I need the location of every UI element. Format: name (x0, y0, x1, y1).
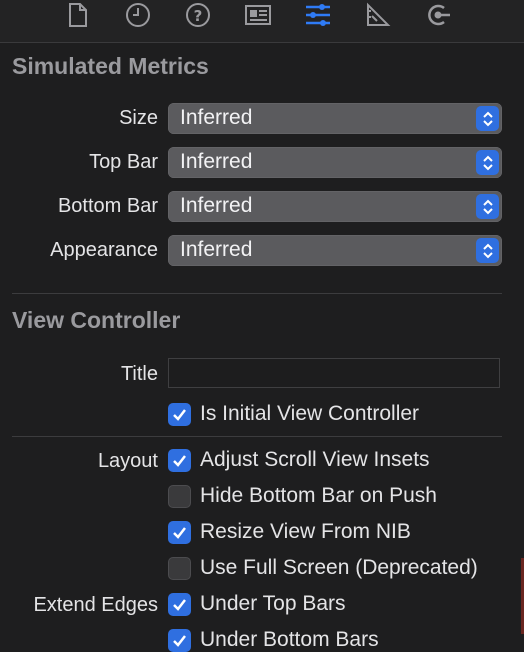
title-input[interactable] (168, 358, 500, 388)
is-initial-view-controller-checkbox[interactable] (168, 403, 191, 426)
file-icon (69, 3, 87, 27)
top-bar-popup-chevron-icon (476, 150, 499, 175)
top-bar-popup-value: Inferred (180, 150, 253, 173)
simulated-metrics-title: Simulated Metrics (12, 53, 209, 79)
under-top-bars-label: Under Top Bars (200, 592, 346, 615)
top-bar-popup[interactable]: Inferred (168, 147, 502, 178)
checkmark-icon (173, 635, 186, 647)
appearance-popup[interactable]: Inferred (168, 235, 502, 266)
inspector-tab-bar: ? (0, 0, 524, 43)
checkmark-icon (173, 455, 186, 467)
size-popup[interactable]: Inferred (168, 103, 502, 134)
appearance-label: Appearance (50, 239, 158, 261)
hide-bottom-bar-on-push-label: Hide Bottom Bar on Push (200, 484, 437, 507)
top-bar-label: Top Bar (89, 151, 158, 173)
view-controller-title: View Controller (12, 307, 181, 333)
section-divider (12, 436, 502, 437)
resize-view-from-nib-label: Resize View From NIB (200, 520, 411, 543)
resize-view-from-nib-checkbox[interactable] (168, 521, 191, 544)
bottom-bar-label: Bottom Bar (57, 195, 158, 217)
use-full-screen-checkbox[interactable] (168, 557, 191, 580)
size-label: Size (119, 107, 158, 129)
checkmark-icon (173, 599, 186, 611)
history-icon (126, 3, 150, 27)
attributes-sliders-icon (306, 4, 330, 26)
identity-icon (245, 5, 271, 25)
help-icon: ? (186, 3, 210, 27)
svg-text:?: ? (194, 7, 203, 25)
history-inspector-tab[interactable] (120, 0, 156, 30)
attributes-inspector-tab[interactable] (300, 0, 336, 30)
appearance-popup-chevron-icon (476, 238, 499, 263)
size-popup-value: Inferred (180, 106, 253, 129)
connections-icon (428, 4, 450, 26)
help-inspector-tab[interactable]: ? (180, 0, 216, 30)
adjust-scroll-view-insets-checkbox[interactable] (168, 449, 191, 472)
section-divider (12, 293, 502, 294)
bottom-bar-popup-chevron-icon (476, 194, 499, 219)
is-initial-view-controller-label: Is Initial View Controller (200, 402, 420, 425)
layout-label: Layout (97, 450, 158, 472)
title-label: Title (120, 363, 158, 385)
bottom-bar-popup-value: Inferred (180, 194, 253, 217)
adjust-scroll-view-insets-label: Adjust Scroll View Insets (200, 448, 430, 471)
size-popup-chevron-icon (476, 106, 499, 131)
size-inspector-tab[interactable] (360, 0, 396, 30)
appearance-popup-value: Inferred (180, 238, 253, 261)
file-inspector-tab[interactable] (60, 0, 96, 30)
under-bottom-bars-label: Under Bottom Bars (200, 628, 379, 651)
extend-edges-label: Extend Edges (33, 594, 158, 616)
connections-inspector-tab[interactable] (420, 0, 456, 30)
use-full-screen-label: Use Full Screen (Deprecated) (200, 556, 478, 579)
under-bottom-bars-checkbox[interactable] (168, 629, 191, 652)
bottom-bar-popup[interactable]: Inferred (168, 191, 502, 222)
identity-inspector-tab[interactable] (240, 0, 276, 30)
under-top-bars-checkbox[interactable] (168, 593, 191, 616)
size-ruler-icon (367, 2, 391, 26)
hide-bottom-bar-on-push-checkbox[interactable] (168, 485, 191, 508)
checkmark-icon (173, 409, 186, 421)
checkmark-icon (173, 527, 186, 539)
